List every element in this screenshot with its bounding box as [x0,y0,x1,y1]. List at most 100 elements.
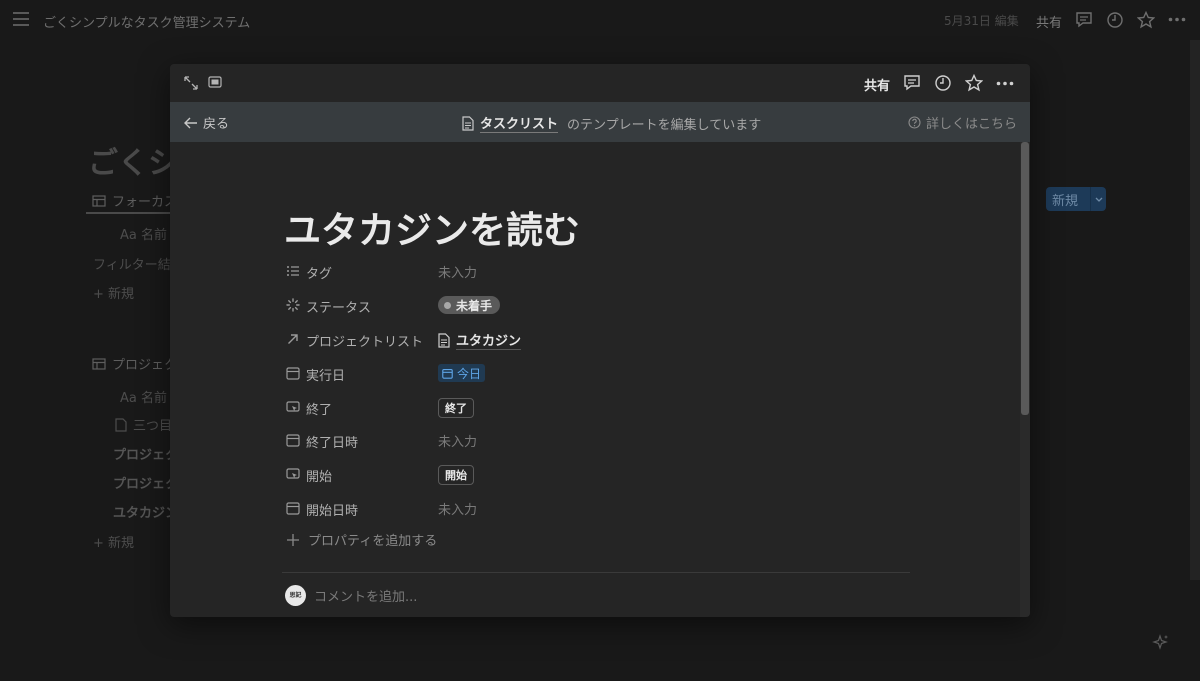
background-scrollbar[interactable] [1190,40,1200,580]
comment-input[interactable]: 思記 コメントを追加... [285,585,417,606]
property-project-list[interactable]: プロジェクトリスト ユタカジン [286,326,786,354]
table-row[interactable]: プロジェク [113,444,178,463]
expand-icon[interactable] [184,76,198,90]
comment-icon[interactable] [1075,11,1093,29]
property-start-datetime[interactable]: 開始日時 未入力 [286,495,786,523]
property-value[interactable]: 未入力 [438,499,477,518]
editing-template-text: のテンプレートを編集しています [567,117,762,133]
breadcrumb[interactable]: ごくシンプルなタスク管理システム [43,12,250,31]
tab-project-label: プロジェク [112,358,178,373]
relation-arrow-icon [286,332,300,346]
property-value[interactable]: 今日 [438,364,486,382]
tab-underline [86,212,170,214]
button-icon [286,467,300,481]
filter-text: フィルター結 [93,258,171,273]
status-icon [286,298,300,312]
property-name: プロジェクトリスト [306,335,424,350]
more-icon[interactable] [996,81,1014,86]
calendar-icon [442,368,453,379]
star-icon[interactable] [965,74,983,92]
property-start[interactable]: 開始 開始 [286,461,786,489]
calendar-icon [286,366,300,380]
page-title[interactable]: ユタカジンを読む [284,200,580,254]
add-property-label: プロパティを追加する [308,534,438,549]
last-edited: 5月31日 編集 [944,14,1019,28]
property-status[interactable]: ステータス 未着手 [286,292,786,320]
sparkle-icon[interactable] [1152,634,1170,652]
share-button[interactable]: 共有 [1036,12,1062,31]
tab-project[interactable]: プロジェク [92,354,177,373]
database-link[interactable]: タスクリスト [480,113,559,133]
property-name: ステータス [306,301,372,316]
add-property-button[interactable]: プロパティを追加する [286,530,437,549]
table-icon [92,194,106,207]
property-name: 開始日時 [306,504,359,519]
more-icon[interactable] [1168,17,1186,22]
status-label: 未着手 [456,298,493,313]
date-chip[interactable]: 今日 [438,364,486,382]
property-value[interactable]: 未入力 [438,431,477,450]
template-modal: 共有 戻る タスクリスト のテンプレートを編集しています 詳しくはこちら ユタカ… [170,64,1030,617]
column-header-name: Aa 名前 [120,391,167,406]
property-finish[interactable]: 終了 終了 [286,394,786,422]
relation-link[interactable]: ユタカジン [438,330,522,350]
background-topbar: ごくシンプルなタスク管理システム 5月31日 編集 共有 [0,0,1200,40]
new-row-button[interactable]: + 新規 [93,283,134,302]
page-icon [438,332,450,348]
property-name: タグ [306,267,333,282]
new-row-button[interactable]: + 新規 [93,532,134,551]
background-page-title: ごくシ [88,146,178,181]
table-row[interactable]: プロジェク [113,473,178,492]
star-icon[interactable] [1137,11,1155,29]
property-tags[interactable]: タグ 未入力 [286,258,786,286]
property-name: 終了 [306,403,333,418]
avatar: 思記 [285,585,306,606]
template-info: タスクリスト のテンプレートを編集しています [462,113,761,133]
date-label: 今日 [457,366,482,381]
page-icon [115,417,127,432]
button-icon [286,400,300,414]
relation-label: ユタカジン [456,330,522,350]
comment-placeholder: コメントを追加... [314,590,418,605]
start-button[interactable]: 開始 [438,465,474,485]
arrow-left-icon [184,117,197,128]
property-value[interactable]: 未入力 [438,262,477,281]
template-banner: 戻る タスクリスト のテンプレートを編集しています 詳しくはこちら [170,102,1030,142]
peek-mode-icon[interactable] [208,76,222,88]
menu-icon[interactable] [12,11,30,27]
help-link[interactable]: 詳しくはこちら [908,113,1017,132]
back-button[interactable]: 戻る [184,113,229,132]
clock-icon[interactable] [934,74,952,92]
calendar-icon [286,433,300,447]
new-button[interactable]: 新規 [1046,187,1106,211]
table-icon [92,357,106,370]
property-value[interactable]: ユタカジン [438,330,522,350]
page-icon [462,115,474,131]
back-label: 戻る [203,117,230,132]
divider [282,572,910,573]
status-badge[interactable]: 未着手 [438,296,501,314]
property-name: 実行日 [306,369,346,384]
comment-icon[interactable] [903,74,921,92]
property-value[interactable]: 開始 [438,465,474,485]
chevron-down-icon[interactable] [1092,192,1106,206]
table-row[interactable]: ユタカジン [113,502,178,521]
help-icon [908,116,921,129]
property-value[interactable]: 未着手 [438,296,501,314]
modal-scrollbar[interactable] [1021,142,1029,415]
property-finish-datetime[interactable]: 終了日時 未入力 [286,427,786,455]
tab-focus-label: フォーカス [112,195,178,210]
plus-icon [287,533,299,546]
new-button-label: 新規 [1052,193,1079,209]
property-execution-date[interactable]: 実行日 今日 [286,360,786,388]
property-name: 終了日時 [306,436,359,451]
share-button[interactable]: 共有 [864,75,890,94]
clock-icon[interactable] [1106,11,1124,29]
property-name: 開始 [306,470,333,485]
finish-button[interactable]: 終了 [438,398,474,418]
table-row[interactable]: 三つ目 [115,415,172,434]
modal-toolbar: 共有 [170,64,1030,102]
property-value[interactable]: 終了 [438,398,474,418]
column-header-name: Aa 名前 [120,228,167,243]
tab-focus[interactable]: フォーカス [92,191,177,210]
